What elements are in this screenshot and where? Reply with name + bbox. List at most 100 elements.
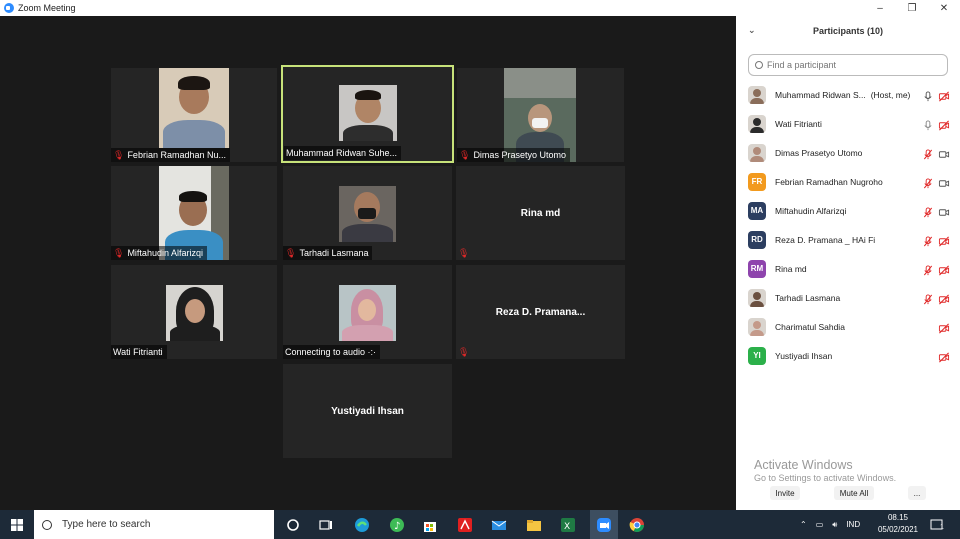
video-tile-yustiyadi[interactable]: Yustiyadi Ihsan	[283, 364, 452, 458]
more-options-button[interactable]: ...	[908, 486, 926, 500]
participants-panel: ⌄ Participants (10) Muhammad Ridwan S...…	[736, 16, 960, 510]
participant-name: Miftahudin Alfarizqi	[775, 205, 847, 216]
participant-search-input[interactable]	[767, 60, 937, 70]
muted-mic-icon[interactable]	[918, 263, 934, 281]
participant-name: Yustiyadi Ihsan	[775, 350, 833, 361]
muted-mic-icon[interactable]	[918, 205, 934, 223]
mail-icon[interactable]	[489, 515, 509, 535]
title-bar: Zoom Meeting – ❐ ✕	[0, 0, 960, 16]
participant-status-icons	[918, 147, 950, 165]
video-tile-wati[interactable]: Wati Fitrianti	[111, 265, 277, 359]
video-off-icon	[934, 118, 950, 136]
excel-icon[interactable]: X	[558, 515, 578, 535]
video-tile-dimas[interactable]: 🎙︎ Dimas Prasetyo Utomo	[457, 68, 624, 162]
participant-name: Reza D. Pramana _ HAi Fi	[775, 234, 876, 245]
battery-icon[interactable]: ▭	[816, 520, 824, 529]
system-tray: ⌃ ▭ 🔊︎ IND	[800, 510, 860, 539]
video-tile-reza[interactable]: Reza D. Pramana... 🎙︎	[456, 265, 625, 359]
window-controls: – ❐ ✕	[864, 0, 960, 16]
participants-footer: Invite Mute All ...	[736, 486, 960, 500]
participant-name: Tarhadi Lasmana	[775, 292, 841, 303]
window-title: Zoom Meeting	[18, 3, 76, 13]
tile-name-bar: Wati Fitrianti	[111, 345, 167, 359]
language-indicator[interactable]: IND	[846, 520, 860, 529]
muted-mic-icon[interactable]	[918, 292, 934, 310]
video-tile-tarhadi[interactable]: 🎙︎ Tarhadi Lasmana	[283, 166, 452, 260]
invite-button[interactable]: Invite	[770, 486, 800, 500]
participant-row[interactable]: Tarhadi Lasmana	[736, 283, 960, 312]
video-tile-charimatul[interactable]: Connecting to audio ·:·	[283, 265, 452, 359]
participant-video	[339, 85, 397, 141]
file-explorer-icon[interactable]	[524, 515, 544, 535]
music-app-icon[interactable]: ♪	[387, 515, 407, 535]
video-tile-febrian[interactable]: 🎙︎ Febrian Ramadhan Nu...	[111, 68, 277, 162]
start-button[interactable]	[0, 510, 34, 539]
muted-mic-icon[interactable]	[918, 176, 934, 194]
participant-name: Febrian Ramadhan Nugroho	[775, 176, 883, 187]
notification-center[interactable]: 1	[930, 510, 944, 539]
muted-mic-icon[interactable]	[918, 234, 934, 252]
volume-icon[interactable]: 🔊︎	[832, 520, 837, 530]
avatar: YI	[748, 346, 766, 365]
participant-status-icons	[918, 89, 950, 107]
watermark-line1: Activate Windows	[754, 458, 853, 472]
zoom-taskbar-icon[interactable]	[590, 510, 618, 539]
participant-name: Rina md	[775, 263, 807, 274]
tile-name: Febrian Ramadhan Nu...	[127, 150, 226, 160]
participant-row[interactable]: Dimas Prasetyo Utomo	[736, 138, 960, 167]
chrome-icon[interactable]	[627, 515, 647, 535]
tile-name: Miftahudin Alfarizqi	[127, 248, 203, 258]
participant-video	[159, 68, 229, 148]
participant-name: Muhammad Ridwan S...	[775, 89, 866, 100]
participant-row[interactable]: Wati Fitrianti	[736, 109, 960, 138]
tile-center-name: Yustiyadi Ihsan	[331, 405, 404, 417]
mic-icon[interactable]	[918, 118, 934, 136]
store-icon[interactable]	[420, 515, 440, 535]
participant-row[interactable]: Muhammad Ridwan S... (Host, me)	[736, 80, 960, 109]
participant-row[interactable]: MA Miftahudin Alfarizqi	[736, 196, 960, 225]
edge-icon[interactable]	[352, 515, 372, 535]
tile-name: Wati Fitrianti	[113, 347, 163, 357]
avatar	[748, 85, 766, 104]
tile-name: Dimas Prasetyo Utomo	[473, 150, 566, 160]
cortana-icon[interactable]	[283, 515, 303, 535]
muted-mic-icon: 🎙︎	[113, 149, 125, 160]
mute-all-button[interactable]: Mute All	[834, 486, 874, 500]
taskbar-search-box[interactable]: Type here to search	[34, 510, 274, 539]
task-view-icon[interactable]	[316, 515, 336, 535]
minimize-button[interactable]: –	[864, 0, 896, 16]
video-icon	[934, 147, 950, 165]
participant-row[interactable]: RM Rina md	[736, 254, 960, 283]
clock-date: 05/02/2021	[877, 525, 919, 534]
participant-status-icons	[918, 205, 950, 223]
participant-row[interactable]: RD Reza D. Pramana _ HAi Fi	[736, 225, 960, 254]
chevron-up-icon[interactable]: ⌃	[800, 520, 807, 529]
participant-row[interactable]: Charimatul Sahdia	[736, 312, 960, 341]
notification-count: 1	[940, 524, 944, 531]
video-tile-muhammad-ridwan[interactable]: Muhammad Ridwan Suhe...	[281, 65, 454, 163]
acrobat-icon[interactable]	[455, 515, 475, 535]
muted-mic-icon: 🎙︎	[113, 247, 125, 258]
video-tile-rina[interactable]: Rina md 🎙︎	[456, 166, 625, 260]
close-button[interactable]: ✕	[928, 0, 960, 16]
participant-row[interactable]: YI Yustiyadi Ihsan	[736, 341, 960, 370]
taskbar-clock[interactable]: 08.15 05/02/2021	[870, 512, 926, 536]
svg-text:X: X	[564, 522, 570, 532]
tile-name-bar: 🎙︎ Dimas Prasetyo Utomo	[457, 148, 570, 162]
maximize-button[interactable]: ❐	[896, 0, 928, 16]
video-tile-miftahudin[interactable]: 🎙︎ Miftahudin Alfarizqi	[111, 166, 277, 260]
participant-status-icons	[918, 118, 950, 136]
tile-name: Connecting to audio ·:·	[285, 347, 377, 357]
muted-mic-icon[interactable]	[918, 147, 934, 165]
search-icon	[42, 519, 52, 530]
avatar	[748, 143, 766, 162]
tile-name: Muhammad Ridwan Suhe...	[286, 148, 398, 158]
participant-row[interactable]: FR Febrian Ramadhan Nugroho	[736, 167, 960, 196]
participant-search[interactable]	[748, 54, 948, 76]
participant-status-icons	[934, 321, 950, 339]
mic-icon[interactable]	[918, 89, 934, 107]
tile-center-name: Rina md	[520, 207, 561, 219]
chevron-down-icon[interactable]: ⌄	[748, 25, 756, 36]
svg-text:♪: ♪	[394, 521, 400, 532]
gallery-view: 🎙︎ Febrian Ramadhan Nu... Muhammad Ridwa…	[0, 16, 736, 510]
